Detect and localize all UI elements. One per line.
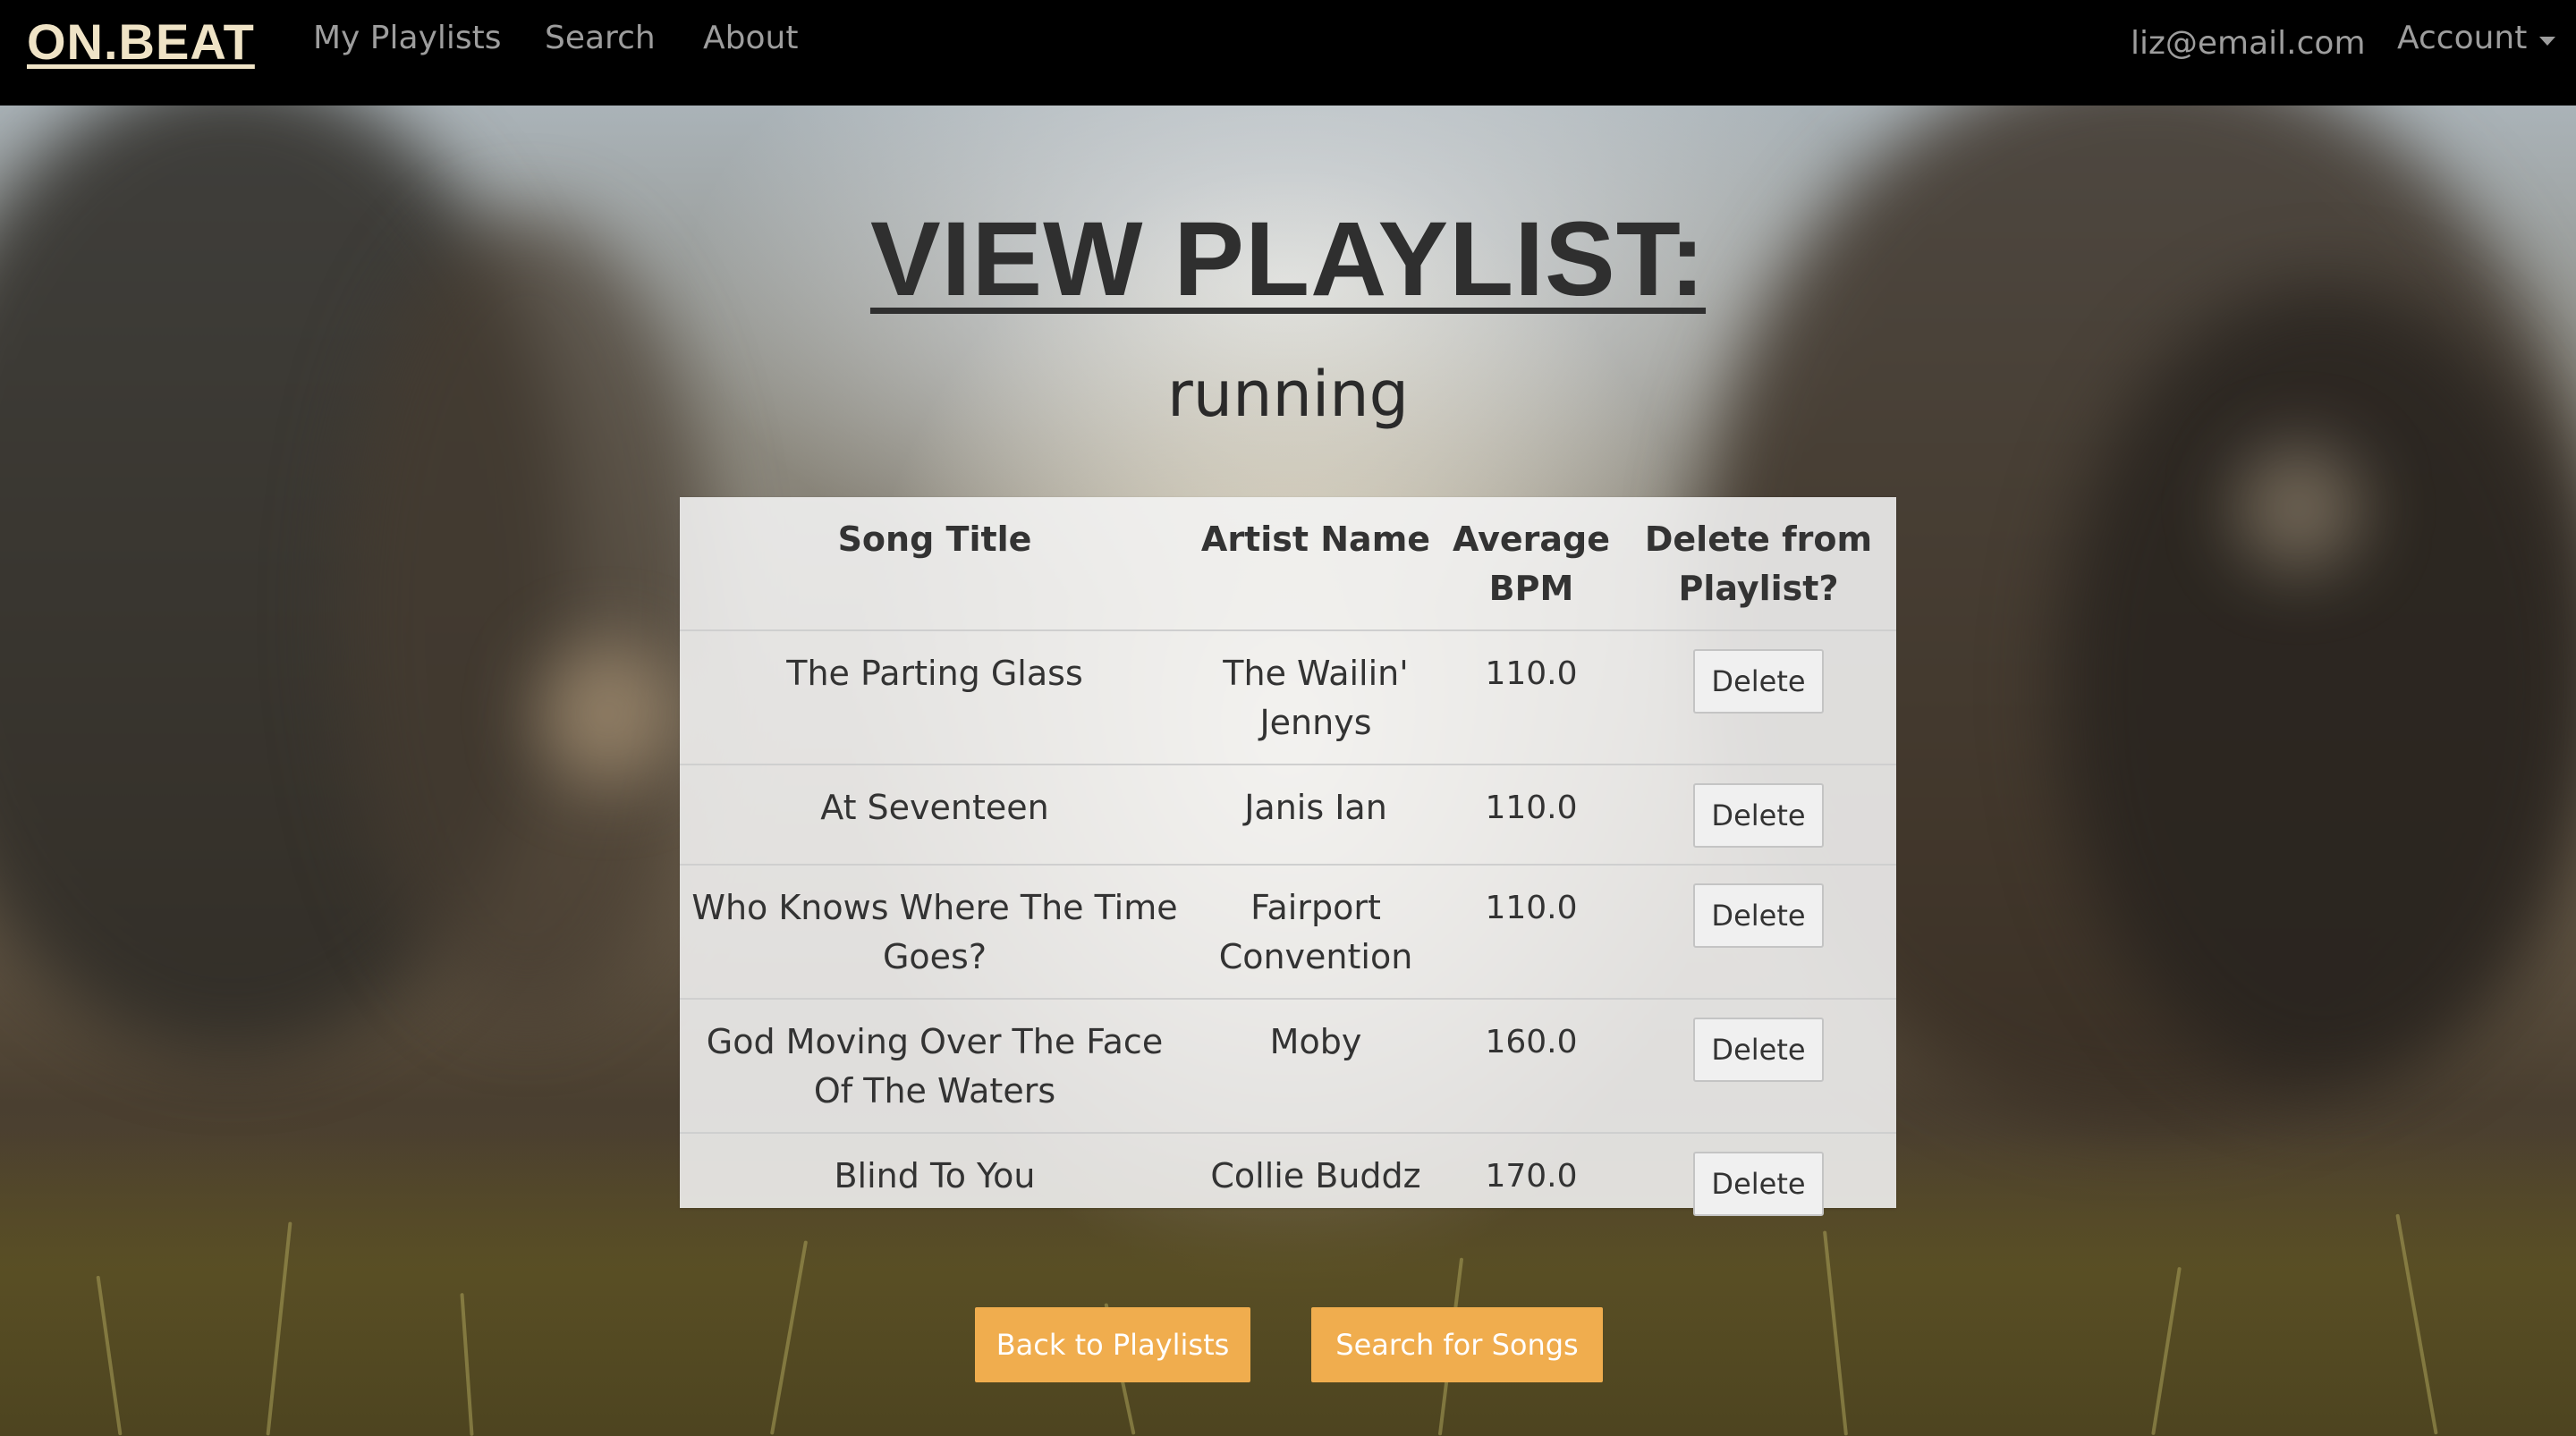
header-song-title: Song Title: [837, 519, 1032, 559]
account-label: Account: [2397, 20, 2528, 56]
table-row: God Moving Over The Face Of The Waters M…: [680, 998, 1896, 1133]
header-artist-name: Artist Name: [1200, 519, 1431, 559]
bpm-cell: 110.0: [1442, 629, 1621, 764]
song-title-cell: The Parting Glass: [680, 629, 1190, 764]
table-row: Blind To You Collie Buddz 170.0 Delete: [680, 1132, 1896, 1232]
artist-name-cell: Janis Ian: [1190, 764, 1442, 865]
artist-name-cell: Collie Buddz: [1190, 1132, 1442, 1232]
brand-logo[interactable]: ON.BEAT: [27, 13, 255, 71]
header-average-bpm: Average BPM: [1453, 519, 1610, 608]
bokeh-light: [537, 642, 680, 785]
delete-button[interactable]: Delete: [1693, 883, 1824, 948]
header-delete: Delete from Playlist?: [1644, 519, 1873, 608]
table-row: Who Knows Where The Time Goes? Fairport …: [680, 864, 1896, 999]
caret-down-icon: [2539, 36, 2556, 46]
table-row: The Parting Glass The Wailin' Jennys 110…: [680, 629, 1896, 764]
delete-button[interactable]: Delete: [1693, 1018, 1824, 1082]
page-title: VIEW PLAYLIST:: [0, 199, 2576, 320]
bpm-cell: 110.0: [1442, 864, 1621, 999]
nav-user-email[interactable]: liz@email.com: [2131, 25, 2366, 62]
song-title-cell: God Moving Over The Face Of The Waters: [680, 998, 1190, 1133]
table-header-row: Song Title Artist Name Average BPM Delet…: [680, 497, 1896, 630]
delete-cell: Delete: [1621, 998, 1896, 1133]
song-title-cell: Blind To You: [680, 1132, 1190, 1232]
back-to-playlists-button[interactable]: Back to Playlists: [975, 1307, 1250, 1382]
delete-button[interactable]: Delete: [1693, 783, 1824, 848]
songs-table: Song Title Artist Name Average BPM Delet…: [680, 497, 1896, 1232]
bokeh-light: [2236, 445, 2361, 570]
delete-cell: Delete: [1621, 764, 1896, 865]
delete-cell: Delete: [1621, 864, 1896, 999]
table-row: At Seventeen Janis Ian 110.0 Delete: [680, 764, 1896, 865]
song-title-cell: Who Knows Where The Time Goes?: [680, 864, 1190, 999]
delete-cell: Delete: [1621, 1132, 1896, 1232]
artist-name-cell: Fairport Convention: [1190, 864, 1442, 999]
songs-table-panel: Song Title Artist Name Average BPM Delet…: [680, 497, 1896, 1232]
artist-name-cell: The Wailin' Jennys: [1190, 629, 1442, 764]
search-for-songs-button[interactable]: Search for Songs: [1311, 1307, 1603, 1382]
nav-search[interactable]: Search: [545, 20, 656, 56]
song-title-cell: At Seventeen: [680, 764, 1190, 865]
nav-my-playlists[interactable]: My Playlists: [313, 20, 502, 56]
delete-button[interactable]: Delete: [1693, 1152, 1824, 1216]
navbar: ON.BEAT My Playlists Search About liz@em…: [0, 0, 2576, 106]
page-title-text: VIEW PLAYLIST:: [869, 200, 1707, 318]
nav-account-dropdown[interactable]: Account: [2397, 20, 2556, 56]
bpm-cell: 170.0: [1442, 1132, 1621, 1232]
tree-silhouette-left-inner: [340, 213, 716, 1018]
delete-button[interactable]: Delete: [1693, 649, 1824, 714]
bpm-cell: 110.0: [1442, 764, 1621, 865]
delete-cell: Delete: [1621, 629, 1896, 764]
playlist-name: running: [1166, 358, 1410, 431]
artist-name-cell: Moby: [1190, 998, 1442, 1133]
bpm-cell: 160.0: [1442, 998, 1621, 1133]
nav-about[interactable]: About: [703, 20, 798, 56]
